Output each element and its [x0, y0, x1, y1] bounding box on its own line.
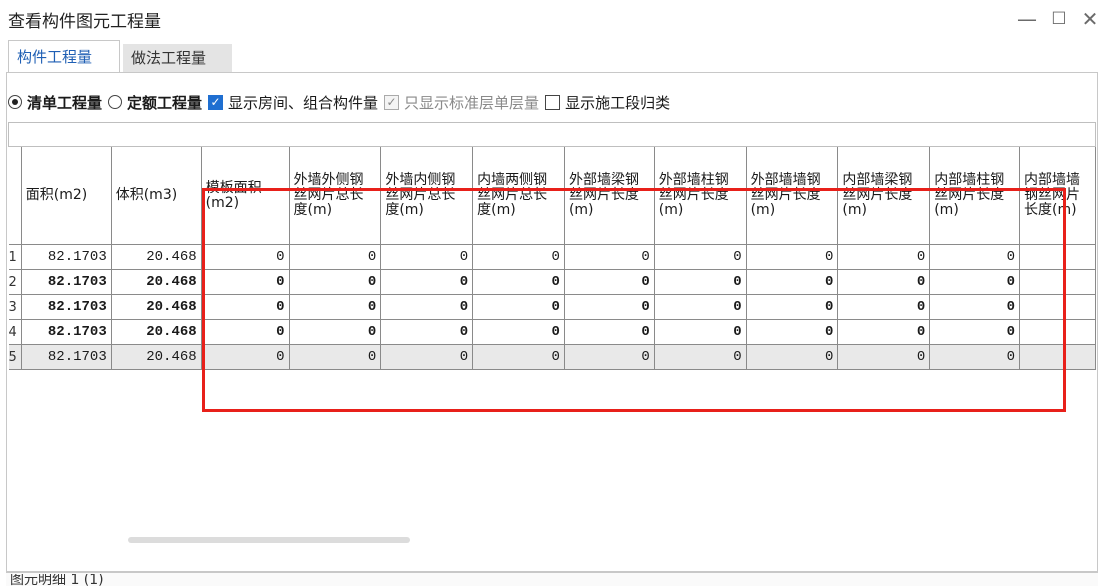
tab-component-quantity[interactable]: 构件工程量 [8, 40, 120, 72]
minimize-icon[interactable]: — [1012, 4, 1042, 34]
row-index: 2 [8, 269, 22, 295]
close-icon[interactable]: ✕ [1075, 4, 1104, 34]
check-show-room-combined[interactable]: ✓ 显示房间、组合构件量 [208, 92, 378, 113]
table-cell[interactable]: 82.1703 [20, 294, 112, 320]
table-cell[interactable]: 82.1703 [20, 269, 112, 295]
table-cell[interactable]: 20.468 [110, 319, 202, 345]
table-cell[interactable]: 82.1703 [20, 244, 112, 270]
checkbox-checked-icon: ✓ [208, 94, 224, 110]
radio-bill-quantity[interactable]: 清单工程量 [8, 92, 102, 113]
check-standard-floor-only[interactable]: ✓ 只显示标准层单层量 [384, 92, 539, 113]
check-show-construction-section[interactable]: 显示施工段归类 [545, 92, 670, 113]
table-cell[interactable]: 20.468 [110, 269, 202, 295]
radio-unselected-icon [108, 95, 123, 109]
checkbox-disabled-checked-icon: ✓ [384, 94, 400, 110]
table-cell[interactable]: 20.468 [110, 294, 202, 320]
table-cell[interactable]: 82.1703 [20, 319, 112, 345]
table-cell[interactable]: 20.468 [110, 344, 202, 370]
row-index: 5 [8, 344, 22, 370]
header-spacer-row [8, 122, 1096, 147]
col-header[interactable]: 面积(m2) [20, 146, 112, 245]
radio-selected-icon [8, 95, 22, 109]
maximize-icon[interactable]: ☐ [1044, 4, 1074, 34]
row-index: 3 [8, 294, 22, 320]
checkbox-unchecked-icon [545, 94, 561, 110]
horizontal-scrollbar[interactable] [128, 537, 410, 543]
highlight-annotation-box [202, 188, 1066, 412]
table-cell[interactable]: 20.468 [110, 244, 202, 270]
tab-method-quantity[interactable]: 做法工程量 [123, 44, 232, 72]
quantity-options: 清单工程量 定额工程量 ✓ 显示房间、组合构件量 ✓ 只显示标准层单层量 显示施… [8, 90, 676, 114]
index-header [8, 146, 22, 245]
row-index: 4 [8, 319, 22, 345]
row-index: 1 [8, 244, 22, 270]
window-title: 查看构件图元工程量 [8, 12, 161, 32]
col-header[interactable]: 体积(m3) [110, 146, 202, 245]
radio-quota-quantity[interactable]: 定额工程量 [108, 92, 202, 113]
table-cell[interactable]: 82.1703 [20, 344, 112, 370]
detail-panel-header [6, 572, 1098, 586]
detail-label: 图元明细 1 (1) [10, 574, 104, 586]
